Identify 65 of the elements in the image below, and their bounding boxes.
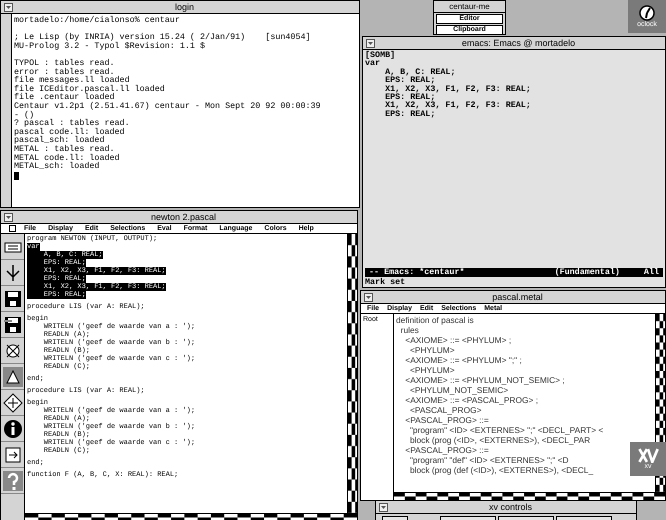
window-menu-icon[interactable]	[4, 2, 13, 12]
code-line: <PHYLUM_NOT_SEMIC>	[408, 385, 508, 395]
window-title: centaur-me	[434, 1, 505, 13]
arrow-box-icon[interactable]	[2, 444, 22, 464]
window-menu-icon[interactable]	[379, 502, 388, 512]
terminal-line: Centaur v1.2p1 (2.51.41.67) centaur - Mon Sept 20 92 00:00:39	[14, 102, 322, 111]
terminal-line: mortadelo:/home/cialonso% centaur	[14, 16, 181, 25]
code-line: block (prog (def (<ID>), <EXTERNES>), <DECL_	[408, 465, 594, 475]
window-title: xv controls	[488, 501, 533, 513]
window-title: pascal.metal	[491, 291, 544, 303]
code-line: "program" "def" <ID> <EXTERNES> ";" <D	[408, 455, 569, 465]
code-line: X1, X2, X3, F1, F2, F3: REAL;	[384, 101, 532, 110]
code-line: definition of pascal is	[396, 315, 474, 325]
code-line: [SOMB]	[365, 51, 396, 60]
diamond-grid-icon[interactable]	[2, 392, 22, 412]
window-menu-icon[interactable]	[364, 292, 373, 302]
code-line: <PASCAL_PROG> ::=	[404, 445, 489, 455]
info-icon[interactable]	[2, 418, 22, 438]
buffer-name: -- Emacs: *centaur*	[369, 268, 466, 277]
window-menu-icon[interactable]	[4, 212, 13, 222]
code-line: <AXIOME> ::= <PHYLUM_NOT_SEMIC> ;	[404, 375, 565, 385]
horizontal-scrollbar[interactable]	[25, 513, 357, 520]
terminal-line: METAL_sch: loaded	[14, 162, 100, 171]
xv-logo-icon[interactable]	[637, 448, 659, 462]
code-line: <PHYLUM>	[408, 365, 455, 375]
terminal-line: file messages.ll loaded	[14, 76, 131, 85]
code-line: "program" <ID> <EXTERNES> ";" <DECL_PART> <	[408, 425, 604, 435]
code-line: <PASCAL_PROG>	[408, 405, 482, 415]
terminal-line: METAL : tables read.	[14, 144, 115, 154]
code-line: rules	[400, 325, 419, 335]
code-line: X1, X2, X3, F1, F2, F3: REAL;	[384, 84, 532, 94]
question-mark-icon[interactable]	[2, 470, 22, 490]
echo-area: Mark set	[365, 277, 663, 287]
code-line: block (prog (<ID>, <EXTERNES>), <DECL_PAR	[408, 435, 590, 445]
horizontal-scrollbar[interactable]	[394, 492, 665, 500]
terminal-line: file ICEditor.pascal.ll loaded	[14, 84, 166, 94]
major-mode: (Fundamental)	[554, 268, 620, 277]
terminal-line: pascal code.ll: loaded	[14, 128, 126, 136]
position-indicator: All	[644, 268, 659, 277]
terminal-line: ? pascal : tables read.	[14, 119, 131, 128]
terminal-line: - ()	[14, 110, 34, 120]
code-line: var	[365, 59, 380, 68]
vertical-scrollbar[interactable]	[347, 234, 357, 513]
window-title: emacs: Emacs @ mortadelo	[460, 37, 576, 49]
terminal-line: MU-Prolog 3.2 - Typol $Revision: 1.1 $	[14, 42, 205, 50]
code-line: EPS: REAL;	[384, 110, 436, 118]
code-line: <AXIOME> ::= <PHYLUM> ";" ;	[404, 355, 522, 365]
window-title: newton 2.pascal	[150, 211, 218, 223]
code-line: A, B, C: REAL;	[384, 68, 456, 76]
code-line: <AXIOME> ::= <PASCAL_PROG> ;	[404, 395, 538, 405]
text-cursor	[14, 172, 19, 180]
clock-icon[interactable]	[639, 4, 655, 20]
terminal-line: file .centaur loaded	[14, 93, 115, 102]
terminal-line: pascal_sch: loaded	[14, 136, 104, 145]
terminal-line: METAL code.ll: loaded	[14, 154, 121, 162]
code-line: <PHYLUM>	[408, 345, 455, 355]
terminal-line: ; Le Lisp (by INRIA) version 15.24 ( 2/Jan/91) [sun4054]	[14, 31, 312, 42]
code-line: EPS: REAL;	[384, 76, 436, 85]
window-title: login	[174, 1, 195, 13]
terminal-line: error : tables read.	[14, 68, 115, 76]
terminal-line: TYPOL : tables read.	[14, 56, 116, 68]
code-line: EPS: REAL;	[384, 93, 436, 102]
window-menu-icon[interactable]	[366, 38, 375, 48]
code-line: <PASCAL_PROG> ::=	[404, 415, 489, 425]
code-line: <AXIOME> ::= <PHYLUM> ;	[404, 335, 512, 345]
